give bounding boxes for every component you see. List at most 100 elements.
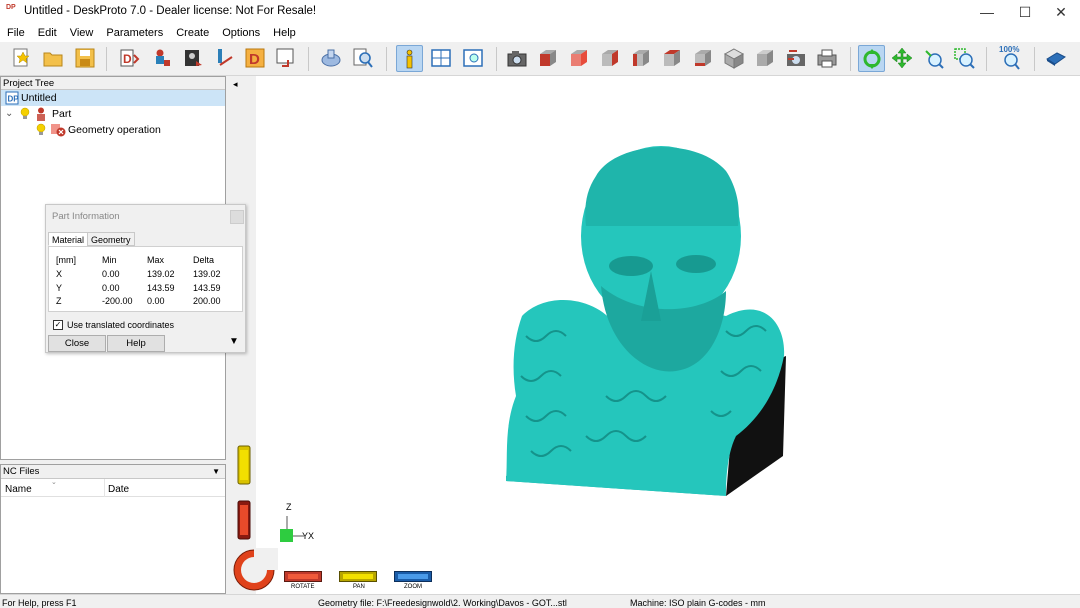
front-view-button[interactable] [535, 45, 562, 72]
3d-viewport[interactable]: Z YX [256, 76, 1080, 594]
tree-item-geometry-operation[interactable]: Geometry operation [1, 122, 225, 138]
image-wizard-button[interactable] [180, 45, 207, 72]
rotate-button[interactable] [858, 45, 885, 72]
zoom-window-button[interactable] [951, 45, 978, 72]
tab-material[interactable]: Material [48, 232, 89, 246]
table-cell: -200.00 [102, 296, 133, 306]
menu-options[interactable]: Options [215, 24, 266, 42]
refresh-button[interactable] [783, 45, 810, 72]
expand-arrow-icon[interactable]: ▼ [229, 336, 239, 347]
back-view-icon [571, 50, 587, 66]
iso-view-button[interactable] [721, 45, 748, 72]
table-cell: 200.00 [193, 296, 221, 306]
model-render: Z YX [280, 146, 786, 542]
column-date[interactable]: Date [108, 484, 129, 495]
print-icon [817, 49, 837, 68]
save-project-icon [75, 48, 95, 68]
table-cell: 0.00 [102, 269, 120, 279]
zoom-100-icon [1004, 53, 1020, 70]
nc-files-title: NC Files [3, 466, 40, 477]
zoom-slider[interactable] [394, 571, 432, 582]
column-name[interactable]: Name [5, 484, 32, 495]
menu-parameters[interactable]: Parameters [99, 24, 169, 42]
print-button[interactable] [814, 45, 841, 72]
menu-help[interactable]: Help [266, 24, 302, 42]
checkbox-label: Use translated coordinates [67, 320, 175, 330]
table-cell: 0.00 [147, 296, 165, 306]
dialog-title: Part Information [52, 211, 120, 222]
dropdown-arrow-icon[interactable]: ▼ [212, 466, 220, 477]
tab-geometry[interactable]: Geometry [87, 232, 135, 246]
toolpath-button[interactable] [212, 45, 239, 72]
geometry-operation-icon [51, 124, 66, 137]
zoom-in-button[interactable] [920, 45, 947, 72]
search-icon [353, 48, 373, 68]
book-button[interactable] [1043, 45, 1070, 72]
simulation-button[interactable] [318, 45, 345, 72]
close-window-button[interactable]: ✕ [1042, 0, 1080, 24]
menu-edit[interactable]: Edit [31, 24, 63, 42]
table-cell: X [56, 269, 63, 279]
view-button[interactable] [460, 45, 487, 72]
iso-view-icon [723, 48, 745, 69]
project-icon: DP [5, 91, 19, 105]
zoom-100-button[interactable]: 100% [998, 45, 1025, 72]
search-button[interactable] [350, 45, 377, 72]
expand-chevron-icon[interactable]: ⌄ [5, 106, 13, 122]
camera-button[interactable] [504, 45, 531, 72]
pan-wheel-icon[interactable] [237, 445, 251, 485]
open-project-button[interactable] [40, 45, 67, 72]
right-view-button[interactable] [628, 45, 655, 72]
collapse-arrow-icon[interactable]: ◂ [233, 79, 238, 90]
pan-slider[interactable] [339, 571, 377, 582]
table-cell: Y [56, 283, 63, 293]
svg-text:D: D [123, 52, 132, 66]
pan-button[interactable] [889, 45, 916, 72]
view-icon [463, 49, 483, 67]
close-button[interactable]: Close [48, 335, 106, 352]
menu-file[interactable]: File [0, 24, 31, 42]
book-icon [1046, 52, 1066, 66]
top-view-button[interactable] [659, 45, 686, 72]
rotate-slider[interactable] [284, 571, 322, 582]
left-view-icon [602, 50, 618, 66]
yx-axis-label: YX [302, 531, 314, 541]
minimize-button[interactable]: — [968, 0, 1006, 24]
menu-create[interactable]: Create [169, 24, 215, 42]
tree-item-part[interactable]: ⌄ Part [1, 106, 225, 122]
tree-item-label: Part [52, 108, 72, 120]
draw-icon: D [245, 48, 265, 68]
translated-coords-checkbox[interactable]: ✓ [53, 320, 63, 330]
save-project-button[interactable] [72, 45, 99, 72]
zoom-label: ZOOM [404, 584, 422, 590]
load-geometry-button[interactable]: D [116, 45, 143, 72]
table-header: Delta [193, 255, 215, 265]
info-button[interactable] [396, 45, 423, 72]
tree-item-project[interactable]: DP Untitled [1, 90, 225, 106]
zoom-wheel-icon[interactable] [237, 500, 251, 540]
nc-files-panel: NC Files ▼ Name ⌄ Date [0, 464, 226, 594]
maximize-button[interactable]: ☐ [1006, 0, 1044, 24]
back-view-button[interactable] [566, 45, 593, 72]
front-view-icon [540, 50, 556, 66]
left-view-button[interactable] [597, 45, 624, 72]
lightbulb-icon[interactable] [20, 107, 30, 121]
window-title: Untitled - DeskProto 7.0 - Dealer licens… [24, 5, 317, 17]
layout-icon [431, 49, 451, 67]
menu-bar: File Edit View Parameters Create Options… [0, 24, 1080, 42]
lightbulb-icon[interactable] [36, 123, 46, 137]
bottom-view-button[interactable] [690, 45, 717, 72]
menu-view[interactable]: View [63, 24, 100, 42]
bounds-table: [mm] Min Max Delta X 0.00 139.02 139.02 … [48, 246, 243, 312]
rotate-dial-icon[interactable] [232, 548, 278, 594]
new-project-button[interactable] [8, 45, 35, 72]
part-icon [37, 107, 45, 121]
layout-button[interactable] [428, 45, 455, 72]
draw-button[interactable]: D [242, 45, 269, 72]
dialog-close-button[interactable] [230, 210, 244, 224]
part-wizard-button[interactable] [148, 45, 175, 72]
iso-view-2-button[interactable] [752, 45, 779, 72]
info-icon [406, 49, 413, 69]
help-button[interactable]: Help [107, 335, 165, 352]
nc-export-button[interactable] [272, 45, 299, 72]
